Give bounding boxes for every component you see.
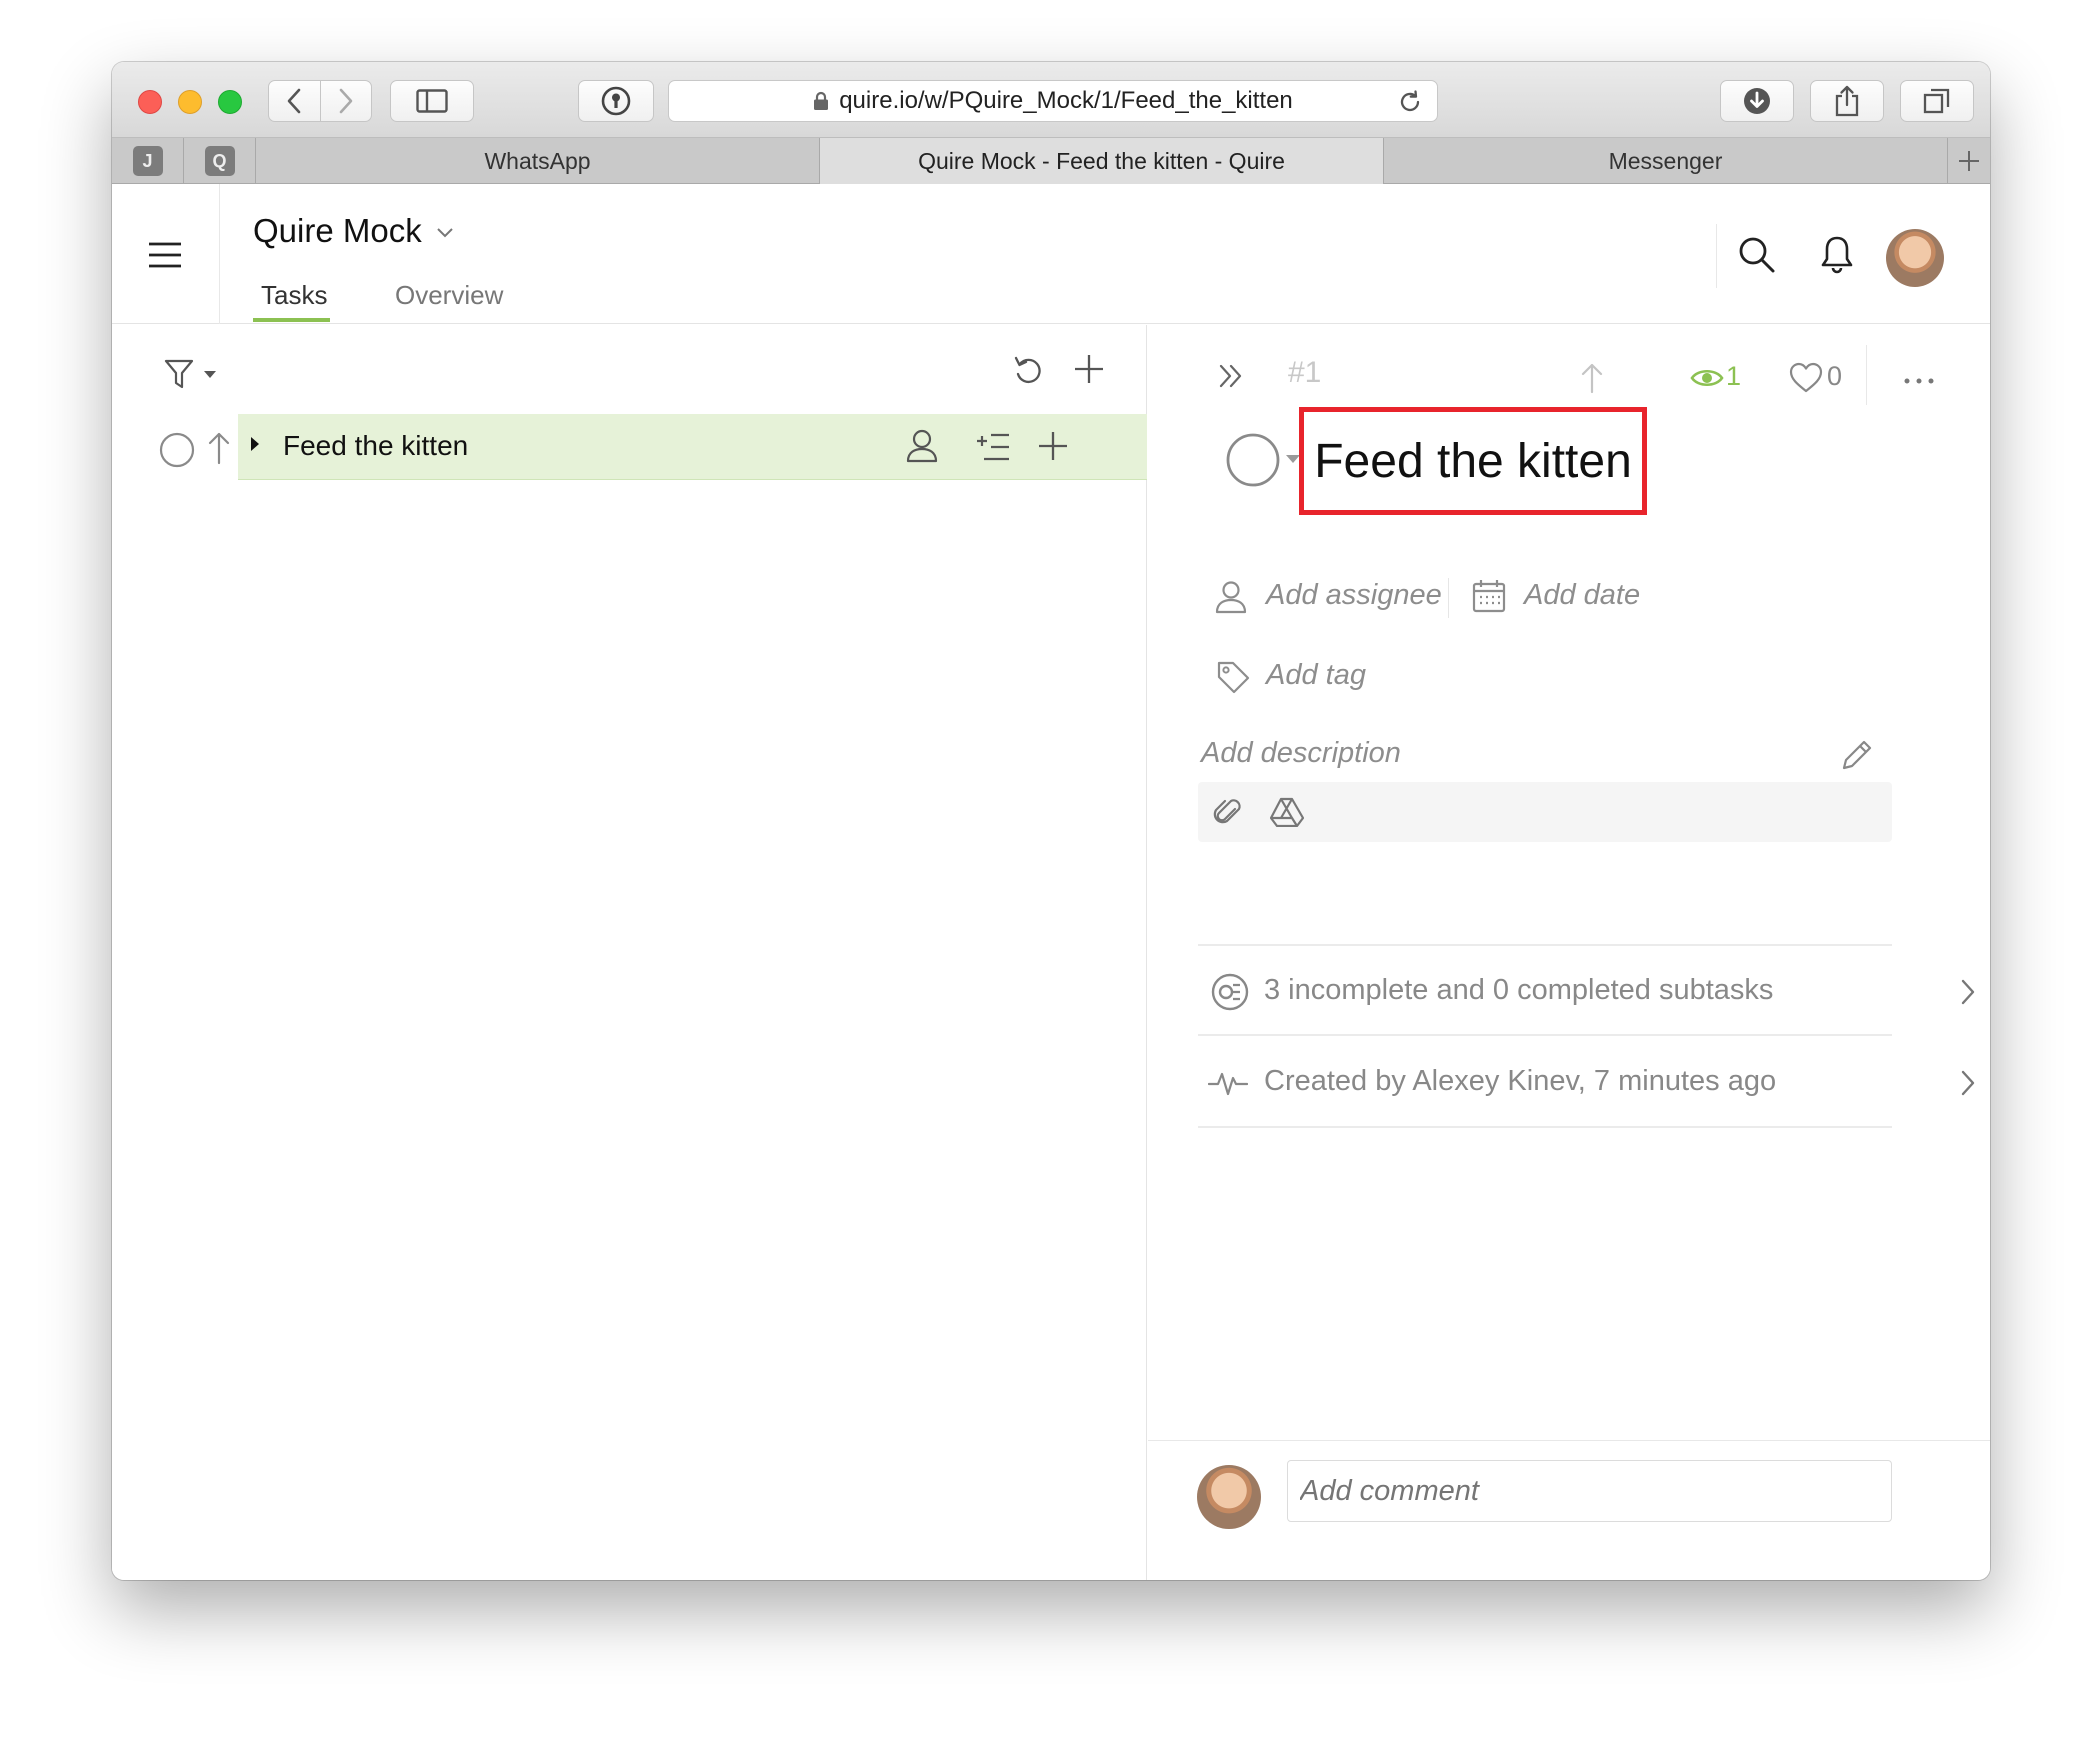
- download-icon: [1744, 88, 1770, 114]
- priority-arrow-icon[interactable]: [207, 431, 231, 465]
- add-tag-link[interactable]: Add tag: [1266, 659, 1366, 692]
- tab-messenger[interactable]: Messenger: [1384, 138, 1948, 184]
- add-task-icon[interactable]: [1074, 354, 1104, 384]
- url-text: quire.io/w/PQuire_Mock/1/Feed_the_kitten: [839, 87, 1293, 114]
- pinned-tab-2[interactable]: Q: [184, 138, 256, 184]
- chevron-right-icon: [339, 88, 353, 114]
- forward-button[interactable]: [320, 81, 371, 121]
- chevron-right-icon[interactable]: [1960, 1069, 1976, 1097]
- close-window-button[interactable]: [138, 90, 162, 114]
- add-subtask-icon[interactable]: [976, 432, 1010, 462]
- share-button[interactable]: [1810, 80, 1884, 122]
- plus-icon: [1959, 150, 1979, 171]
- filter-icon[interactable]: [164, 358, 220, 392]
- pencil-icon[interactable]: [1840, 738, 1874, 772]
- pinned-tab-icon: Q: [204, 146, 235, 176]
- task-name[interactable]: Feed the kitten: [283, 430, 468, 462]
- tab-tasks[interactable]: Tasks: [261, 280, 327, 311]
- collapse-panel-icon[interactable]: [1218, 364, 1244, 388]
- tag-icon[interactable]: [1216, 660, 1250, 694]
- reload-icon[interactable]: [1397, 89, 1423, 115]
- eye-icon[interactable]: [1690, 366, 1724, 390]
- add-assignee-link[interactable]: Add assignee: [1266, 579, 1442, 612]
- add-description-field[interactable]: Add description: [1201, 737, 1401, 770]
- tabs-icon: [1923, 88, 1950, 114]
- share-icon: [1835, 85, 1859, 117]
- assign-user-icon[interactable]: [906, 428, 938, 464]
- sidebar-toggle-button[interactable]: [390, 80, 474, 122]
- browser-toolbar: quire.io/w/PQuire_Mock/1/Feed_the_kitten: [112, 62, 1990, 138]
- bell-icon[interactable]: [1820, 234, 1854, 274]
- search-icon[interactable]: [1738, 236, 1776, 274]
- chevron-down-icon: [437, 228, 453, 238]
- more-options-icon[interactable]: [1904, 378, 1934, 384]
- downloads-button[interactable]: [1720, 80, 1794, 122]
- task-row[interactable]: Feed the kitten: [238, 414, 1147, 480]
- undo-icon[interactable]: [1012, 354, 1046, 388]
- add-date-link[interactable]: Add date: [1524, 579, 1640, 612]
- pinned-tab-1[interactable]: J: [112, 138, 184, 184]
- task-complete-checkbox-icon[interactable]: [1225, 432, 1281, 488]
- sidebar-icon: [416, 89, 448, 113]
- watcher-count: 1: [1726, 361, 1742, 391]
- minimize-window-button[interactable]: [178, 90, 202, 114]
- tab-quire[interactable]: Quire Mock - Feed the kitten - Quire: [820, 138, 1384, 184]
- tab-overview[interactable]: Overview: [395, 280, 503, 311]
- subtasks-summary[interactable]: 3 incomplete and 0 completed subtasks: [1264, 974, 1773, 1007]
- activity-icon: [1208, 1072, 1248, 1096]
- assignee-icon[interactable]: [1215, 580, 1247, 614]
- address-bar[interactable]: quire.io/w/PQuire_Mock/1/Feed_the_kitten: [668, 80, 1438, 122]
- task-complete-checkbox-icon[interactable]: [159, 432, 195, 468]
- priority-arrow-icon[interactable]: [1580, 362, 1604, 394]
- expand-triangle-icon[interactable]: [249, 435, 261, 453]
- back-button[interactable]: [269, 81, 320, 121]
- new-tab-button[interactable]: [1948, 138, 1990, 183]
- subtasks-icon: [1211, 973, 1249, 1011]
- activity-text[interactable]: Created by Alexey Kinev, 7 minutes ago: [1264, 1065, 1776, 1098]
- task-title[interactable]: Feed the kitten: [1299, 407, 1647, 515]
- comment-input[interactable]: [1287, 1460, 1892, 1522]
- like-count: 0: [1827, 361, 1843, 391]
- key-circle-icon: [601, 86, 631, 116]
- tab-whatsapp[interactable]: WhatsApp: [256, 138, 820, 184]
- pinned-tab-icon: J: [132, 146, 163, 176]
- history-nav: [268, 80, 372, 122]
- lock-icon: [814, 91, 829, 110]
- browser-window: quire.io/w/PQuire_Mock/1/Feed_the_kitten…: [112, 62, 1990, 1580]
- project-title[interactable]: Quire Mock: [253, 212, 454, 250]
- add-icon[interactable]: [1038, 431, 1068, 461]
- tab-overview-button[interactable]: [1900, 80, 1974, 122]
- user-avatar[interactable]: [1886, 229, 1944, 287]
- google-drive-icon[interactable]: [1270, 797, 1304, 827]
- tab-strip: J Q WhatsApp Quire Mock - Feed the kitte…: [112, 138, 1990, 184]
- task-number: #1: [1288, 356, 1322, 389]
- commenter-avatar: [1197, 1465, 1261, 1529]
- active-tab-indicator: [253, 318, 330, 322]
- paperclip-icon[interactable]: [1213, 795, 1243, 829]
- calendar-icon[interactable]: [1472, 579, 1506, 613]
- hamburger-menu-icon[interactable]: [148, 242, 182, 268]
- chevron-right-icon[interactable]: [1960, 978, 1976, 1006]
- chevron-left-icon: [287, 88, 301, 114]
- app-header: Quire Mock Tasks Overview: [112, 184, 1990, 324]
- project-title-text: Quire Mock: [253, 212, 422, 249]
- task-list-pane: [112, 325, 1147, 1580]
- maximize-window-button[interactable]: [218, 90, 242, 114]
- heart-icon[interactable]: [1788, 362, 1824, 394]
- password-button[interactable]: [578, 80, 654, 122]
